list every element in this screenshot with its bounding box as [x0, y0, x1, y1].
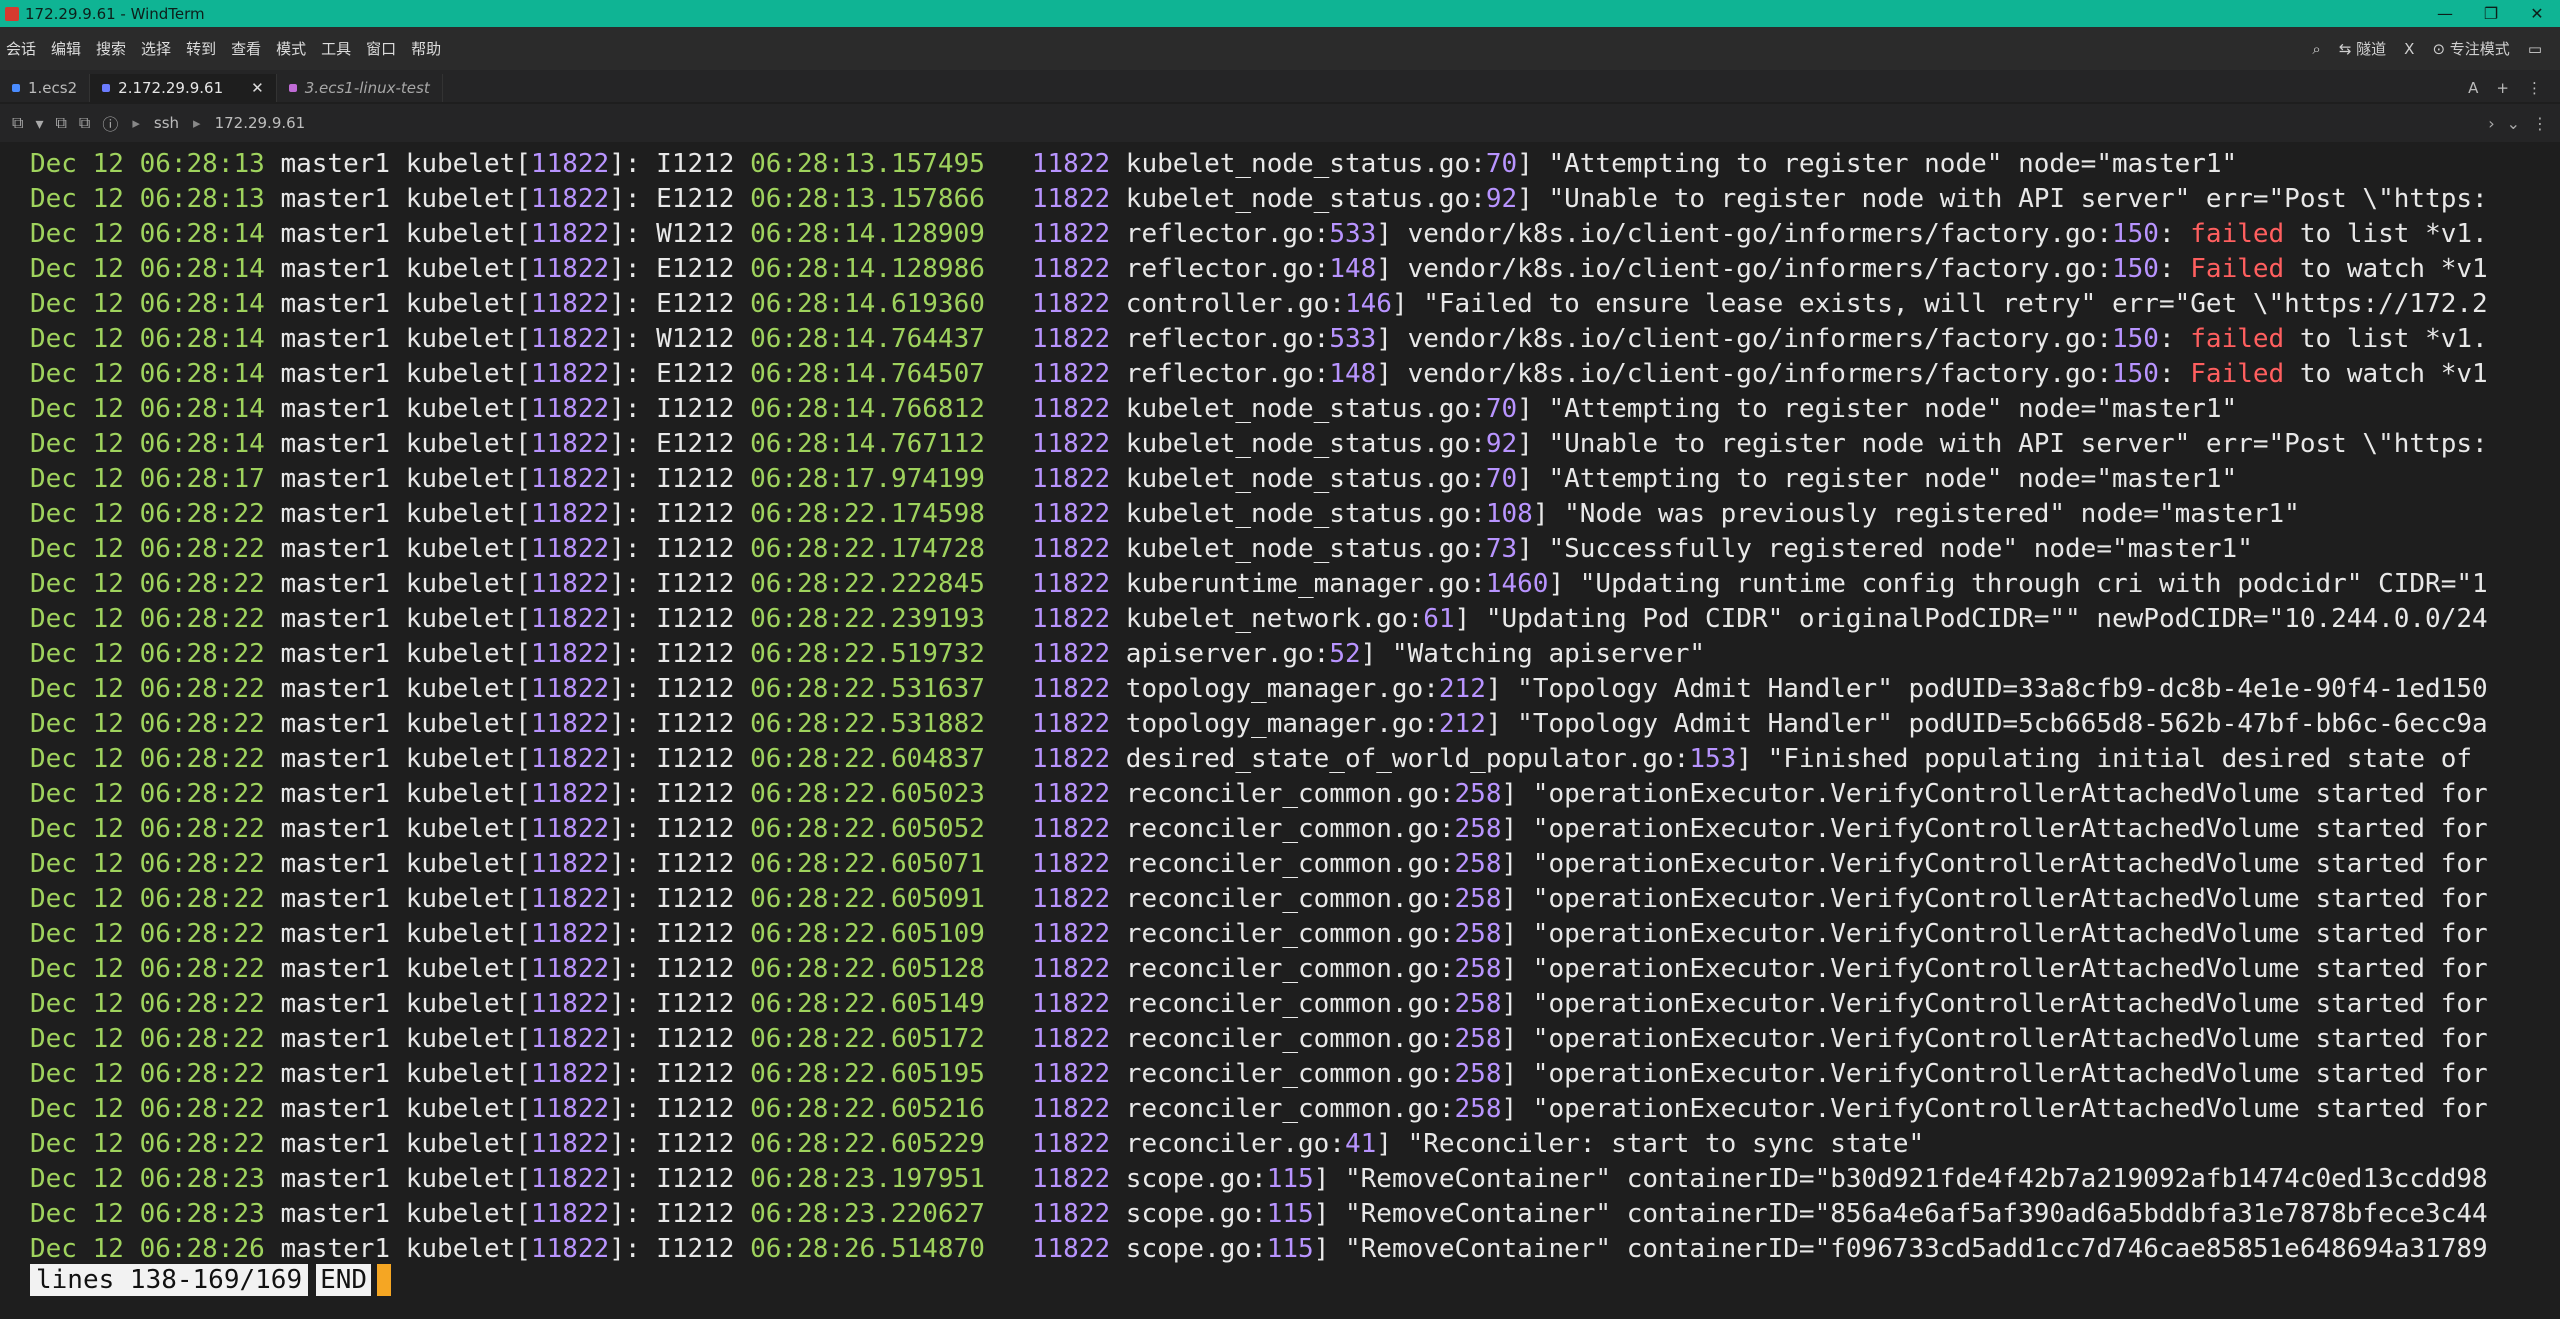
search-icon[interactable]: ⌕ — [2312, 40, 2320, 58]
log-line: Dec 12 06:28:14 master1 kubelet[11822]: … — [30, 254, 2488, 284]
log-line: Dec 12 06:28:14 master1 kubelet[11822]: … — [30, 359, 2488, 389]
lines-indicator: lines 138-169/169 — [30, 1263, 309, 1296]
log-line: Dec 12 06:28:13 master1 kubelet[11822]: … — [30, 149, 2238, 179]
x-button[interactable]: X — [2404, 40, 2414, 58]
copy-icon[interactable]: ⧉ — [55, 113, 66, 133]
chevron-right-icon: ▸ — [193, 114, 201, 132]
duplicate-icon[interactable]: ⧉ — [79, 113, 90, 133]
breadcrumb-host[interactable]: 172.29.9.61 — [215, 114, 306, 132]
menu-mode[interactable]: 模式 — [276, 38, 315, 59]
new-session-icon[interactable]: ⧉ — [12, 113, 23, 133]
log-line: Dec 12 06:28:23 master1 kubelet[11822]: … — [30, 1199, 2488, 1229]
log-line: Dec 12 06:28:22 master1 kubelet[11822]: … — [30, 1094, 2488, 1124]
log-line: Dec 12 06:28:22 master1 kubelet[11822]: … — [30, 849, 2488, 879]
log-line: Dec 12 06:28:22 master1 kubelet[11822]: … — [30, 569, 2488, 599]
log-line: Dec 12 06:28:22 master1 kubelet[11822]: … — [30, 534, 2253, 564]
new-tab-icon[interactable]: + — [2496, 74, 2509, 102]
chevron-down-icon[interactable]: ⌄ — [2507, 114, 2520, 133]
app-logo-icon — [5, 6, 19, 21]
tab-ecs1-linux-test[interactable]: 3.ecs1-linux-test — [277, 74, 443, 102]
log-line: Dec 12 06:28:22 master1 kubelet[11822]: … — [30, 814, 2488, 844]
menu-session[interactable]: 会话 — [6, 38, 45, 59]
layout-icon[interactable]: ▭ — [2528, 40, 2542, 58]
log-line: Dec 12 06:28:22 master1 kubelet[11822]: … — [30, 499, 2300, 529]
menu-search[interactable]: 搜索 — [96, 38, 135, 59]
close-tab-icon[interactable]: ✕ — [251, 79, 264, 97]
tab-color-icon — [12, 84, 20, 92]
log-line: Dec 12 06:28:14 master1 kubelet[11822]: … — [30, 324, 2488, 354]
more-icon[interactable]: ⋮ — [2532, 114, 2548, 133]
tab-color-icon — [288, 84, 297, 92]
tunnel-button[interactable]: ⇆ 隧道 — [2339, 38, 2386, 59]
menu-help[interactable]: 帮助 — [411, 38, 450, 59]
address-bar: ⧉ ▾ ⧉ ⧉ ⓘ ▸ ssh ▸ 172.29.9.61 › ⌄ ⋮ — [0, 104, 2560, 142]
log-line: Dec 12 06:28:22 master1 kubelet[11822]: … — [30, 674, 2488, 704]
focus-mode-button[interactable]: ⊙ 专注模式 — [2432, 38, 2509, 59]
tab-172-29-9-61[interactable]: 2.172.29.9.61 ✕ — [90, 74, 277, 102]
menu-bar: 会话 编辑 搜索 选择 转到 查看 模式 工具 窗口 帮助 ⌕ ⇆ 隧道 X ⊙… — [0, 27, 2560, 70]
menu-view[interactable]: 查看 — [231, 38, 270, 59]
tab-ecs2[interactable]: 1.ecs2 — [0, 74, 91, 102]
log-line: Dec 12 06:28:22 master1 kubelet[11822]: … — [30, 779, 2488, 809]
terminal-output[interactable]: Dec 12 06:28:13 master1 kubelet[11822]: … — [0, 147, 2560, 1312]
log-line: Dec 12 06:28:14 master1 kubelet[11822]: … — [30, 394, 2238, 424]
log-line: Dec 12 06:28:22 master1 kubelet[11822]: … — [30, 709, 2488, 739]
tab-bar: 1.ecs2 2.172.29.9.61 ✕ 3.ecs1-linux-test… — [0, 70, 2560, 102]
menu-tools[interactable]: 工具 — [321, 38, 360, 59]
menu-select[interactable]: 选择 — [141, 38, 180, 59]
end-indicator: END — [316, 1263, 372, 1296]
forward-icon[interactable]: › — [2488, 114, 2494, 133]
restore-icon[interactable]: ❐ — [2468, 4, 2514, 23]
chevron-right-icon: ▸ — [132, 114, 140, 132]
info-icon[interactable]: ⓘ — [102, 111, 118, 135]
log-line: Dec 12 06:28:13 master1 kubelet[11822]: … — [30, 184, 2488, 214]
cursor — [377, 1263, 392, 1296]
minimize-icon[interactable]: — — [2422, 4, 2468, 23]
log-line: Dec 12 06:28:26 master1 kubelet[11822]: … — [30, 1234, 2488, 1264]
pager-status: lines 138-169/169 END — [30, 1262, 392, 1297]
log-line: Dec 12 06:28:22 master1 kubelet[11822]: … — [30, 639, 1705, 669]
log-line: Dec 12 06:28:22 master1 kubelet[11822]: … — [30, 744, 2473, 774]
menu-edit[interactable]: 编辑 — [51, 38, 90, 59]
breadcrumb-protocol[interactable]: ssh — [154, 114, 179, 132]
window-title: 172.29.9.61 - WindTerm — [25, 4, 205, 23]
log-line: Dec 12 06:28:17 master1 kubelet[11822]: … — [30, 464, 2238, 494]
title-bar: 172.29.9.61 - WindTerm — ❐ ✕ — [0, 0, 2560, 27]
log-line: Dec 12 06:28:22 master1 kubelet[11822]: … — [30, 1024, 2488, 1054]
menu-goto[interactable]: 转到 — [186, 38, 225, 59]
tab-menu-icon[interactable]: ⋮ — [2527, 74, 2542, 102]
menu-window[interactable]: 窗口 — [366, 38, 405, 59]
log-line: Dec 12 06:28:14 master1 kubelet[11822]: … — [30, 289, 2488, 319]
log-line: Dec 12 06:28:22 master1 kubelet[11822]: … — [30, 989, 2488, 1019]
log-line: Dec 12 06:28:22 master1 kubelet[11822]: … — [30, 954, 2488, 984]
log-line: Dec 12 06:28:22 master1 kubelet[11822]: … — [30, 919, 2488, 949]
close-window-icon[interactable]: ✕ — [2514, 4, 2560, 23]
log-line: Dec 12 06:28:23 master1 kubelet[11822]: … — [30, 1164, 2488, 1194]
log-line: Dec 12 06:28:14 master1 kubelet[11822]: … — [30, 219, 2488, 249]
log-line: Dec 12 06:28:14 master1 kubelet[11822]: … — [30, 429, 2488, 459]
log-line: Dec 12 06:28:22 master1 kubelet[11822]: … — [30, 604, 2488, 634]
tab-color-icon — [102, 84, 111, 92]
log-line: Dec 12 06:28:22 master1 kubelet[11822]: … — [30, 884, 2488, 914]
log-line: Dec 12 06:28:22 master1 kubelet[11822]: … — [30, 1129, 1925, 1159]
dropdown-icon[interactable]: ▾ — [35, 114, 43, 133]
font-icon[interactable]: A — [2468, 74, 2478, 102]
log-line: Dec 12 06:28:22 master1 kubelet[11822]: … — [30, 1059, 2488, 1089]
